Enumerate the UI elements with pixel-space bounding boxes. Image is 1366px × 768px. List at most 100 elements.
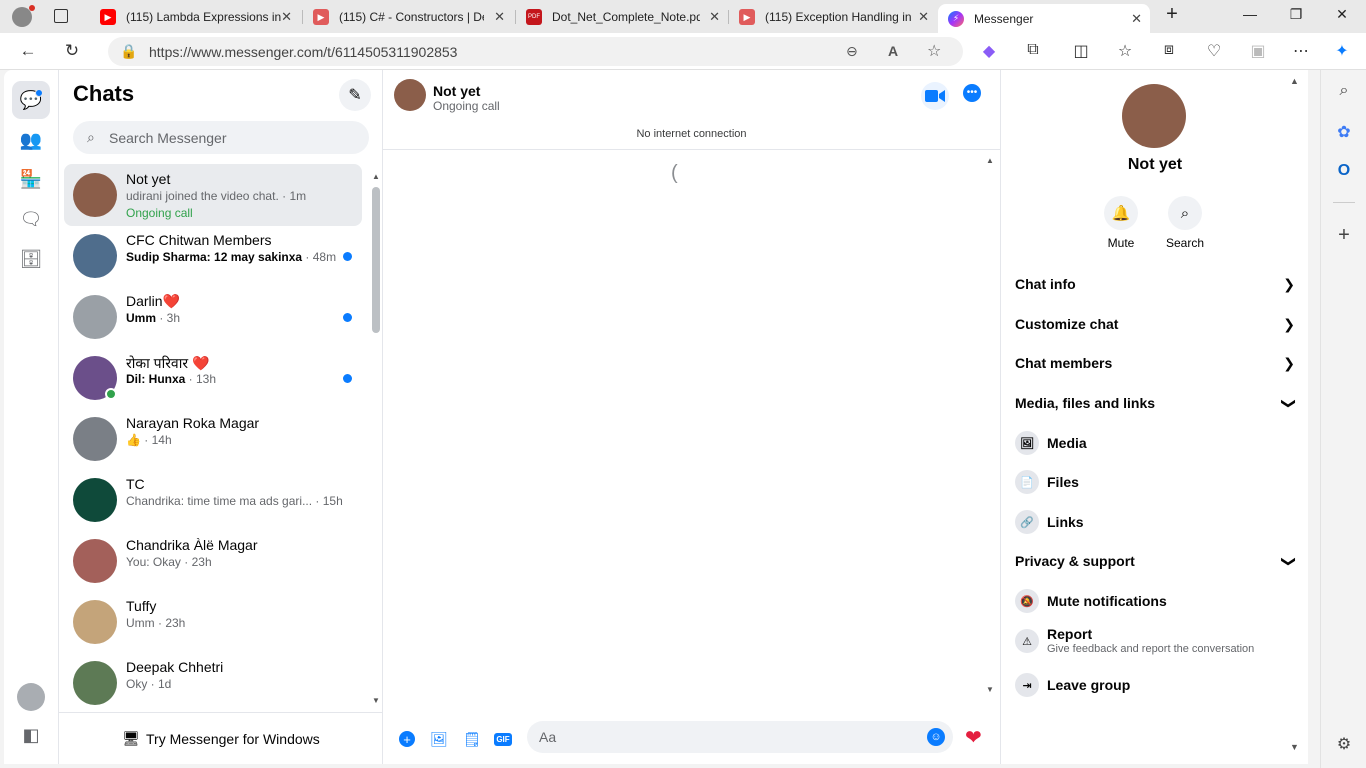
favorite-star-icon[interactable]: ☆	[927, 41, 941, 61]
chat-list-item[interactable]: रोका परिवार ❤️ Dil: Hunxa · 13h	[64, 347, 362, 409]
video-call-button[interactable]	[921, 82, 949, 110]
close-icon[interactable]: ✕	[494, 9, 505, 25]
new-message-button[interactable]: ✎	[339, 79, 371, 111]
chats-title: Chats	[73, 81, 135, 106]
rail-chats-icon[interactable]: 💬	[12, 81, 50, 119]
chat-list-item[interactable]: Chandrika Àlë Magar You: Okay · 23h	[64, 530, 362, 592]
chat-list-item[interactable]: TC Chandrika: time time ma ads gari... · …	[64, 469, 362, 531]
search-box[interactable]: ⌕	[73, 121, 369, 154]
try-windows-button[interactable]: 🖥 Try Messenger for Windows	[59, 712, 383, 764]
message-scroll-down[interactable]: ▼	[986, 685, 994, 694]
tab-messenger[interactable]: ⚡ Messenger ✕	[938, 4, 1150, 33]
chat-list-item[interactable]: Darlin❤️ Umm · 3h	[64, 286, 362, 348]
info-scroll-down[interactable]: ▼	[1290, 742, 1299, 752]
split-screen-icon[interactable]: ◫	[1070, 41, 1092, 61]
leave-group-row[interactable]: ⇥ Leave group	[1015, 670, 1295, 700]
back-button[interactable]: ←	[17, 41, 39, 61]
restore-button[interactable]: ❐	[1286, 6, 1306, 23]
close-icon[interactable]: ✕	[1131, 11, 1142, 27]
chat-list-item[interactable]: Deepak Chhetri Oky · 1d	[64, 652, 362, 712]
files-row[interactable]: 📄 Files	[1015, 467, 1295, 497]
copilot-icon[interactable]: ✦	[1331, 41, 1353, 61]
favorites-icon[interactable]: ☆	[1114, 41, 1136, 61]
minimize-button[interactable]: —	[1240, 6, 1260, 22]
rail-archive-icon[interactable]: 🗄	[12, 240, 50, 278]
outlook-icon[interactable]: O	[1334, 162, 1354, 180]
conversation-info-button[interactable]: •••	[963, 84, 981, 102]
photo-icon[interactable]: 🖼	[429, 729, 449, 749]
message-box[interactable]: ☺	[527, 721, 953, 753]
chat-list-item[interactable]: Narayan Roka Magar 👍 · 14h	[64, 408, 362, 470]
tab-exception-handling[interactable]: ▶ (115) Exception Handling in ✕	[729, 4, 937, 30]
url-text[interactable]: https://www.messenger.com/t/611450531190…	[149, 44, 457, 60]
mute-button[interactable]: 🔔 Mute	[1091, 196, 1151, 250]
close-icon[interactable]: ✕	[709, 9, 720, 25]
tab-lambda[interactable]: ▶ (115) Lambda Expressions in ✕	[90, 4, 300, 30]
emoji-icon[interactable]: ☺	[927, 728, 945, 746]
zoom-icon[interactable]: ⊖	[846, 43, 858, 60]
new-tab-button[interactable]: +	[1162, 3, 1182, 26]
user-avatar[interactable]	[17, 683, 45, 711]
computer-icon: 🖥	[122, 730, 141, 746]
close-icon[interactable]: ✕	[281, 9, 292, 25]
browser-essentials-icon[interactable]: ♡	[1203, 41, 1225, 61]
close-window-button[interactable]: ✕	[1332, 6, 1352, 23]
scroll-down-arrow[interactable]: ▼	[372, 696, 380, 705]
group-avatar[interactable]	[1122, 84, 1186, 148]
add-attachment-icon[interactable]: +	[397, 729, 417, 749]
messenger-page: 💬 👥 🏪 🗨 🗄 ◧ Chats ✎ ⌕ Not yet udirani joi…	[4, 70, 1308, 764]
rail-collapse-icon[interactable]: ◧	[12, 716, 50, 754]
settings-menu-icon[interactable]: ⋯	[1290, 41, 1312, 61]
mute-label: Mute	[1107, 236, 1135, 250]
message-input[interactable]	[539, 721, 909, 753]
chat-members-row[interactable]: Chat members ❯	[1015, 348, 1295, 378]
privacy-support-row[interactable]: Privacy & support ❯	[1015, 546, 1298, 576]
chat-list-item[interactable]: Tuffy Umm · 23h	[64, 591, 362, 653]
search-input[interactable]	[109, 121, 359, 154]
copilot-app-icon[interactable]: ✿	[1334, 122, 1354, 142]
media-row[interactable]: 🖼 Media	[1015, 428, 1295, 458]
sticker-icon[interactable]: 🗒	[462, 729, 482, 749]
tab-constructors[interactable]: ▶ (115) C# - Constructors | De ✕	[303, 4, 513, 30]
rail-marketplace-icon[interactable]: 🏪	[12, 160, 50, 198]
chat-list-scrollbar[interactable]	[372, 187, 380, 333]
add-icon[interactable]: +	[1334, 224, 1354, 247]
collections-icon[interactable]: ⧈	[1158, 41, 1180, 59]
lock-icon[interactable]: 🔒	[120, 43, 137, 60]
url-field[interactable]: 🔒 https://www.messenger.com/t/6114505311…	[108, 37, 963, 66]
chat-info-row[interactable]: Chat info ❯	[1015, 269, 1295, 299]
conversation-avatar[interactable]	[394, 79, 426, 111]
chat-list-item[interactable]: CFC Chitwan Members Sudip Sharma: 12 may …	[64, 225, 362, 287]
search-in-chat-button[interactable]: ⌕ Search	[1155, 196, 1215, 250]
chevron-down-icon: ❯	[1281, 555, 1298, 567]
message-scroll-up[interactable]: ▲	[986, 156, 994, 165]
rail-requests-icon[interactable]: 🗨	[12, 200, 50, 238]
mute-notifications-row[interactable]: 🔕 Mute notifications	[1015, 586, 1295, 616]
close-icon[interactable]: ✕	[918, 9, 929, 25]
tab-actions-icon[interactable]	[54, 9, 68, 23]
rail-chats-badge	[35, 89, 43, 97]
media-files-links-row[interactable]: Media, files and links ❯	[1015, 388, 1298, 418]
conversation-header[interactable]: Not yet Ongoing call •••	[383, 70, 1000, 122]
chat-name: Tuffy	[126, 598, 157, 614]
chat-name: Narayan Roka Magar	[126, 415, 260, 431]
search-icon[interactable]: ⌕	[1334, 82, 1354, 100]
link-icon: 🔗	[1015, 510, 1039, 534]
chat-list-item[interactable]: Not yet udirani joined the video chat. · …	[64, 164, 362, 226]
screenshot-icon[interactable]: ▣	[1247, 41, 1269, 61]
rail-people-icon[interactable]: 👥	[12, 121, 50, 159]
tab-pdf-note[interactable]: PDF Dot_Net_Complete_Note.pdf ✕	[516, 4, 728, 30]
scroll-up-arrow[interactable]: ▲	[372, 172, 380, 181]
heart-reaction-icon[interactable]: ❤	[965, 725, 982, 750]
customize-chat-row[interactable]: Customize chat ❯	[1015, 309, 1295, 339]
report-row[interactable]: ⚠ Report Give feedback and report the co…	[1015, 626, 1295, 662]
settings-gear-icon[interactable]: ⚙	[1334, 734, 1354, 754]
copilot-extension-icon[interactable]: ◆	[978, 41, 1000, 61]
links-row[interactable]: 🔗 Links	[1015, 507, 1295, 537]
info-scroll-up[interactable]: ▲	[1290, 76, 1299, 86]
gif-icon[interactable]: GIF	[493, 729, 513, 749]
conversation-title[interactable]: Not yet	[433, 83, 480, 99]
refresh-button[interactable]: ↻	[61, 41, 83, 61]
read-aloud-icon[interactable]: A	[888, 43, 898, 59]
extensions-icon[interactable]: ⧉	[1022, 41, 1044, 59]
